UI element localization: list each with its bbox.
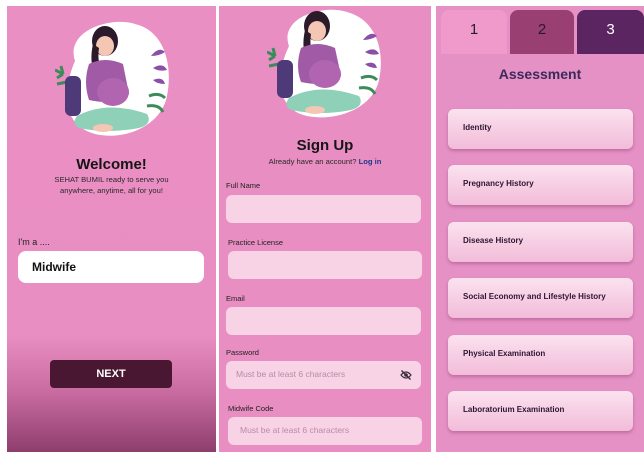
role-label: I'm a .... (18, 237, 50, 247)
tab-1[interactable]: 1 (441, 10, 507, 54)
full-name-input[interactable] (226, 195, 421, 223)
password-input[interactable]: Must be at least 6 characters (226, 361, 421, 389)
assessment-item-social-economy[interactable]: Social Economy and Lifestyle History (448, 278, 633, 318)
login-link[interactable]: Log in (359, 157, 382, 166)
have-account-text: Already have an account? (268, 157, 357, 166)
midwife-code-label: Midwife Code (228, 404, 274, 413)
welcome-screen: Welcome! SEHAT BUMIL ready to serve you … (7, 6, 216, 452)
assessment-item-label: Physical Examination (463, 349, 546, 358)
password-label: Password (226, 348, 259, 357)
assessment-item-pregnancy-history[interactable]: Pregnancy History (448, 165, 633, 205)
password-placeholder: Must be at least 6 characters (236, 369, 346, 379)
signup-title: Sign Up (296, 137, 354, 154)
eye-slash-icon[interactable] (400, 370, 412, 380)
assessment-item-disease-history[interactable]: Disease History (448, 222, 633, 262)
assessment-title: Assessment (498, 66, 582, 82)
assessment-item-label: Social Economy and Lifestyle History (463, 292, 606, 301)
assessment-item-laboratorium-examination[interactable]: Laboratorium Examination (448, 391, 633, 431)
welcome-subtitle-line1: SEHAT BUMIL ready to serve you (54, 175, 169, 184)
next-button[interactable]: NEXT (50, 360, 172, 388)
assessment-item-label: Identity (463, 123, 492, 132)
signup-screen: Sign Up Already have an account? Log in … (219, 6, 431, 452)
full-name-label: Full Name (226, 181, 261, 190)
assessment-item-physical-examination[interactable]: Physical Examination (448, 335, 633, 375)
email-input[interactable] (226, 307, 421, 335)
midwife-code-input[interactable]: Must be at least 6 characters (228, 417, 422, 445)
assessment-item-label: Laboratorium Examination (463, 405, 565, 414)
email-label: Email (226, 294, 245, 303)
assessment-item-label: Pregnancy History (463, 179, 534, 188)
tab-3[interactable]: 3 (577, 10, 644, 54)
practice-license-label: Practice License (228, 238, 284, 247)
midwife-code-placeholder: Must be at least 6 characters (240, 425, 350, 435)
welcome-subtitle-line2: anywhere, anytime, all for you! (60, 186, 163, 195)
login-prompt: Already have an account? Log in (219, 156, 431, 167)
assessment-screen: 1 2 3 Assessment Identity Pregnancy Hist… (436, 6, 644, 452)
role-select-value: Midwife (32, 260, 76, 274)
assessment-item-identity[interactable]: Identity (448, 109, 633, 149)
practice-license-input[interactable] (228, 251, 422, 279)
tab-2[interactable]: 2 (510, 10, 574, 54)
pregnant-woman-illustration (55, 21, 169, 136)
role-select[interactable]: Midwife (18, 251, 204, 283)
assessment-item-label: Disease History (463, 236, 524, 245)
pregnant-woman-illustration (267, 9, 381, 118)
welcome-title: Welcome! (76, 156, 147, 173)
